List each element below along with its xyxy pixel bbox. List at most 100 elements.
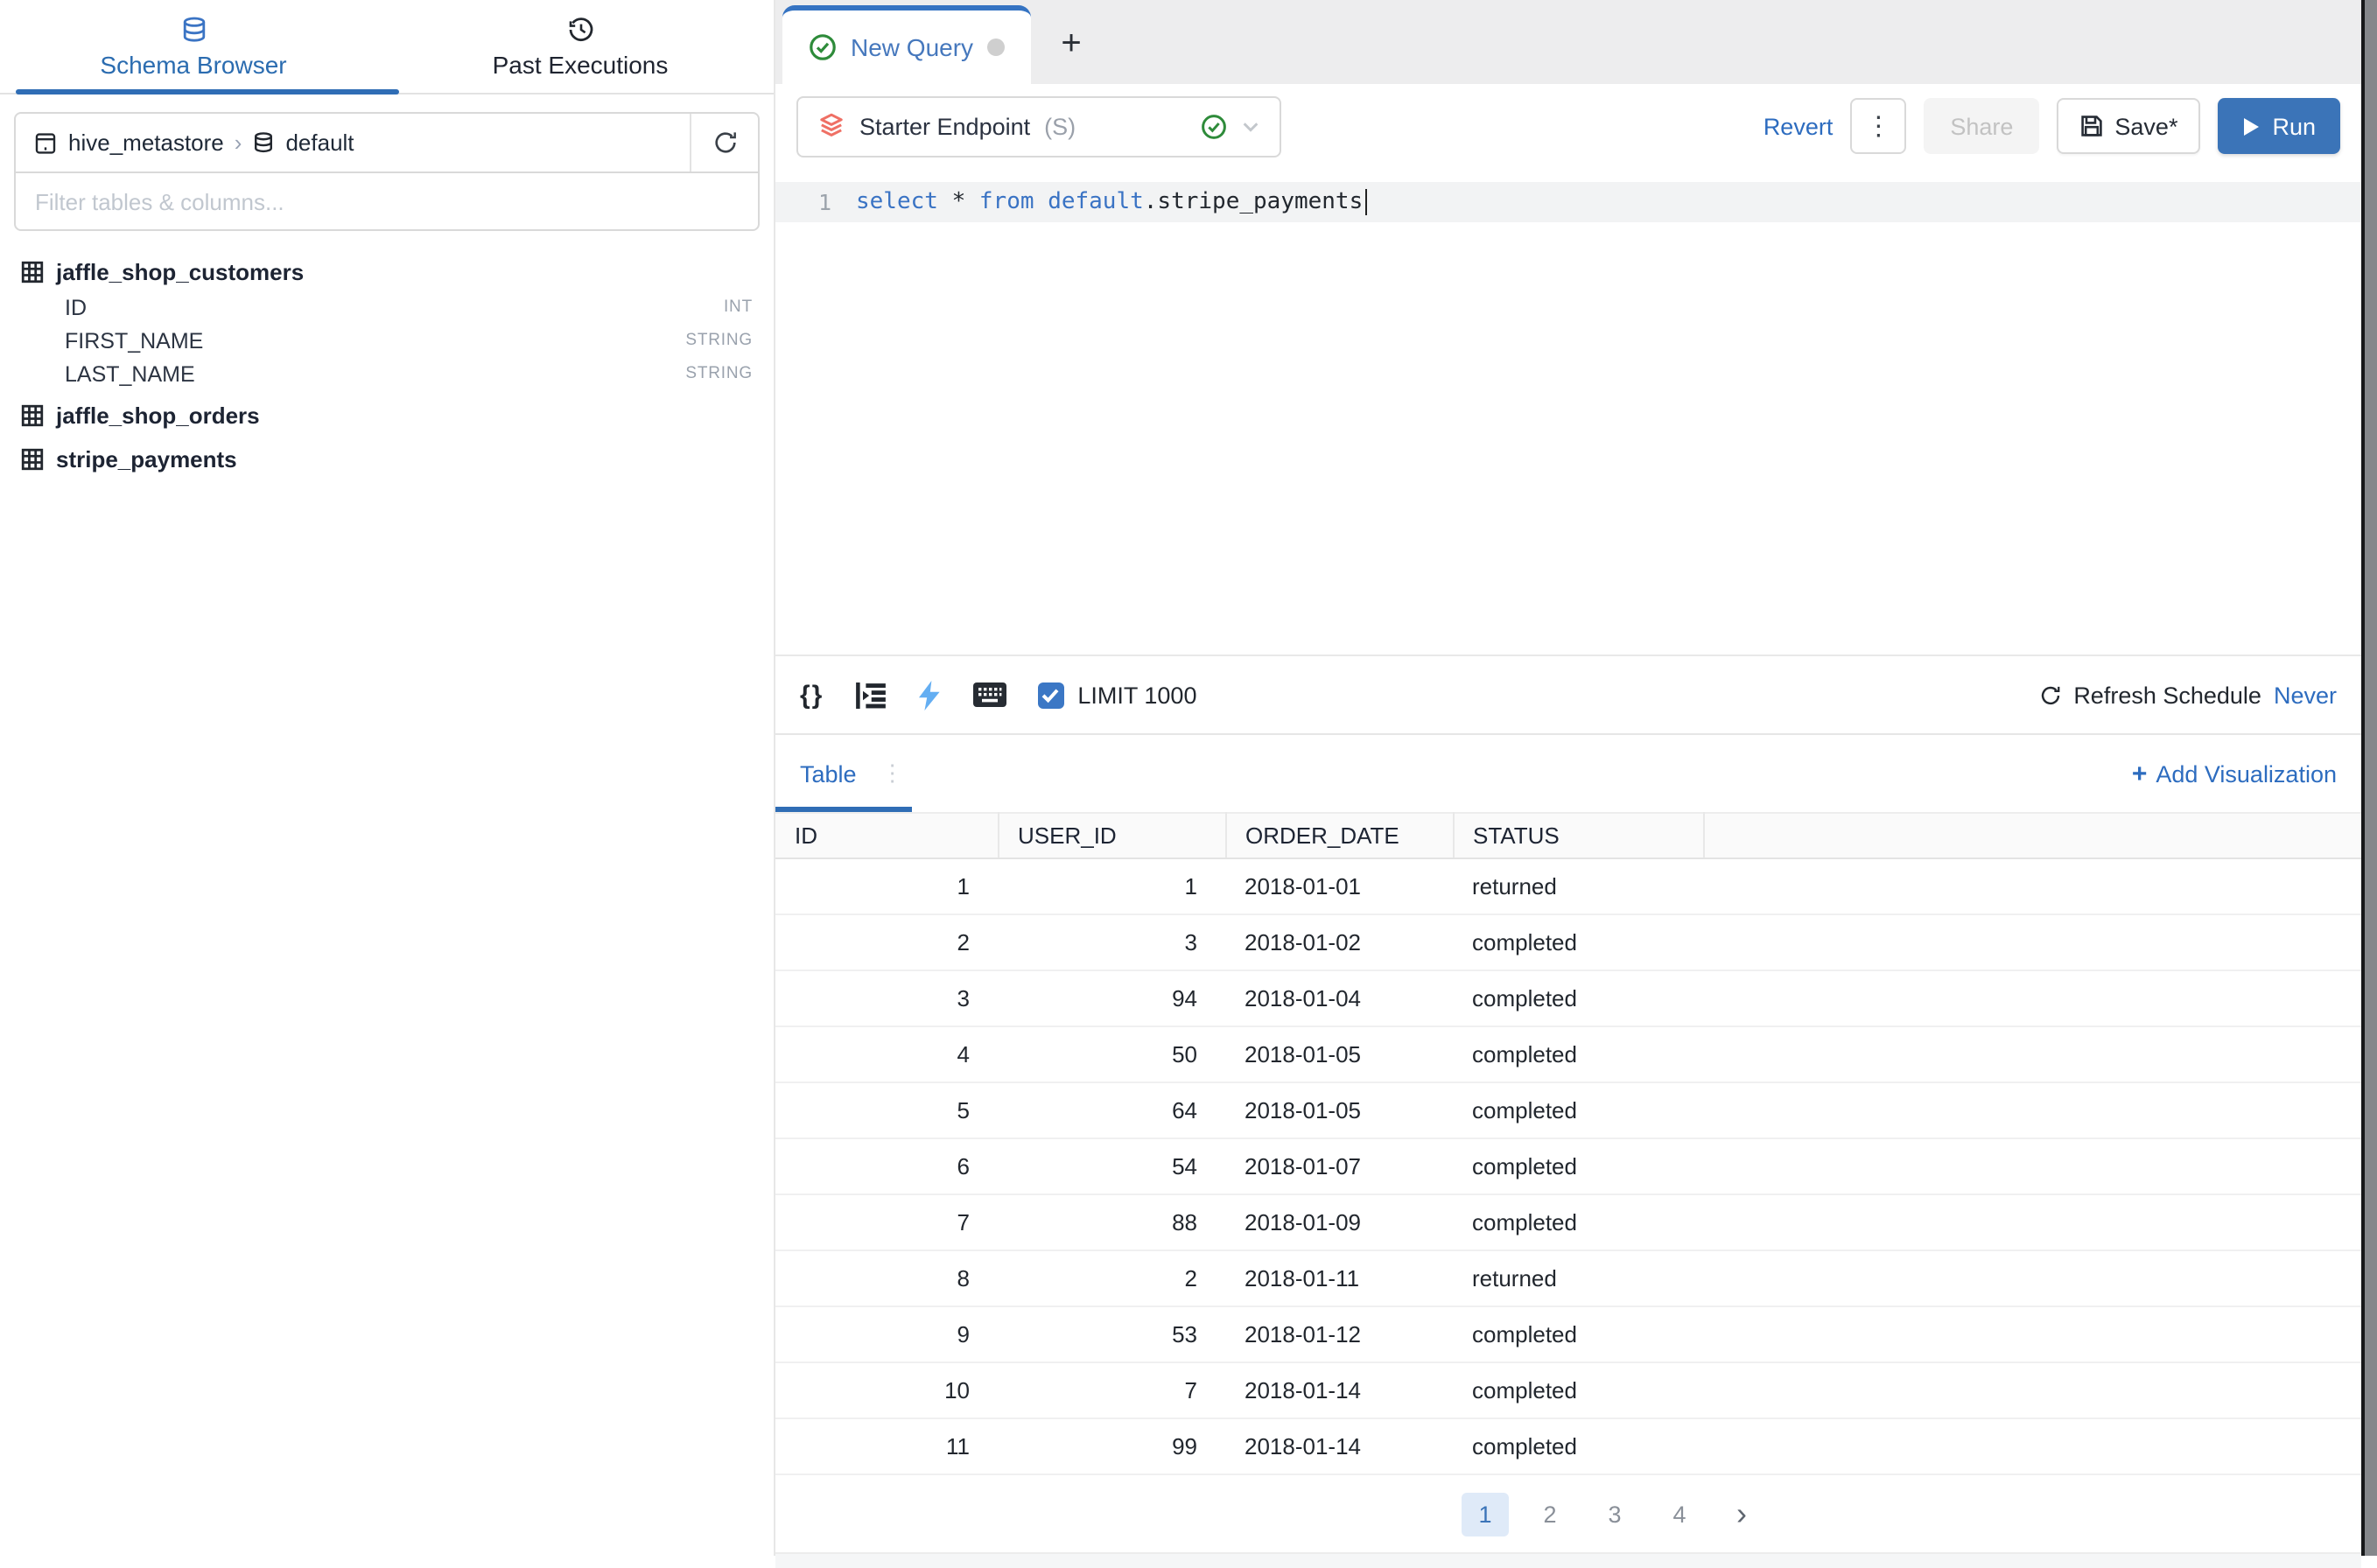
table-row: 3 94 2018-01-04 completed [775, 970, 2361, 1026]
refresh-schedule-label: Refresh Schedule [2073, 682, 2261, 708]
cell-status: completed [1453, 1082, 1703, 1138]
cell-id: 3 [775, 970, 998, 1026]
cell-user-id: 3 [998, 914, 1225, 970]
cell-id: 7 [775, 1194, 998, 1250]
column-header-order-date[interactable]: ORDER_DATE [1225, 813, 1453, 858]
catalog-icon [33, 130, 58, 155]
schema-column-type: STRING [685, 364, 753, 383]
breadcrumb-path[interactable]: hive_metastore › default [16, 130, 690, 156]
cell-user-id: 94 [998, 970, 1225, 1026]
query-tab-new-query[interactable]: New Query [782, 5, 1031, 84]
cell-order-date: 2018-01-14 [1225, 1418, 1453, 1474]
table-row: 7 88 2018-01-09 completed [775, 1194, 2361, 1250]
query-tab-strip: New Query + [775, 0, 2361, 84]
cell-user-id: 7 [998, 1362, 1225, 1418]
column-header-user-id[interactable]: USER_ID [998, 813, 1225, 858]
add-visualization-button[interactable]: + Add Visualization [2132, 759, 2337, 788]
page-button-2[interactable]: 2 [1526, 1492, 1574, 1536]
run-button-label: Run [2272, 113, 2316, 139]
cell-status: returned [1453, 858, 1703, 914]
plus-icon: + [2132, 759, 2148, 788]
breadcrumb-catalog[interactable]: hive_metastore [68, 130, 224, 156]
results-header: Table ⋮ + Add Visualization [775, 733, 2361, 812]
table-row: 2 3 2018-01-02 completed [775, 914, 2361, 970]
cell-order-date: 2018-01-01 [1225, 858, 1453, 914]
save-button[interactable]: Save* [2057, 98, 2200, 154]
editor-footer: {} [775, 654, 2361, 733]
tab-schema-browser-label: Schema Browser [100, 50, 286, 78]
database-icon-small [252, 131, 275, 154]
page-button-3[interactable]: 3 [1591, 1492, 1638, 1536]
query-menu-button[interactable]: ⋮ [1850, 98, 1906, 154]
column-header-id[interactable]: ID [775, 813, 998, 858]
sql-editor[interactable]: 1select * from default.stripe_payments [775, 168, 2361, 654]
table-row: 9 53 2018-01-12 completed [775, 1306, 2361, 1362]
query-actions: Revert ⋮ Share Save* [1763, 98, 2340, 154]
results-table-header-row: ID USER_ID ORDER_DATE STATUS [775, 813, 2361, 858]
table-grid-icon [21, 447, 44, 470]
cell-id: 8 [775, 1250, 998, 1306]
table-row: 6 54 2018-01-07 completed [775, 1138, 2361, 1194]
active-tab-indicator [16, 89, 399, 94]
page-button-1[interactable]: 1 [1462, 1492, 1509, 1536]
tab-schema-browser[interactable]: Schema Browser [0, 0, 387, 93]
cell-status: completed [1453, 970, 1703, 1026]
filter-tables-input[interactable] [14, 172, 760, 231]
limit-toggle[interactable]: LIMIT 1000 [1037, 682, 1196, 708]
tab-past-executions[interactable]: Past Executions [387, 0, 774, 93]
query-tab-label: New Query [851, 33, 973, 61]
cell-status: completed [1453, 1362, 1703, 1418]
cell-order-date: 2018-01-11 [1225, 1250, 1453, 1306]
cell-order-date: 2018-01-02 [1225, 914, 1453, 970]
refresh-schema-button[interactable] [690, 114, 758, 172]
cell-user-id: 50 [998, 1026, 1225, 1082]
limit-checkbox[interactable] [1037, 682, 1063, 708]
share-button[interactable]: Share [1924, 98, 2039, 154]
refresh-schedule-value[interactable]: Never [2274, 682, 2337, 708]
breadcrumb-schema[interactable]: default [285, 130, 354, 156]
add-query-tab-button[interactable]: + [1031, 5, 1111, 84]
sql-keyword: select [856, 189, 938, 215]
schema-column-name: FIRST_NAME [65, 328, 203, 353]
window-scrollbar-edge[interactable] [2361, 0, 2377, 1556]
table-row: 8 2 2018-01-11 returned [775, 1250, 2361, 1306]
format-query-icon[interactable]: {} [800, 680, 824, 710]
schema-table-jaffle-shop-orders[interactable]: jaffle_shop_orders [21, 396, 753, 434]
revert-button[interactable]: Revert [1763, 113, 1834, 139]
page-button-4[interactable]: 4 [1656, 1492, 1703, 1536]
chevron-down-icon [1241, 116, 1260, 136]
schema-table-stripe-payments[interactable]: stripe_payments [21, 439, 753, 478]
run-button[interactable]: Run [2218, 98, 2340, 154]
cell-id: 9 [775, 1306, 998, 1362]
cell-user-id: 2 [998, 1250, 1225, 1306]
refresh-schedule-icon [2038, 683, 2061, 706]
cell-status: returned [1453, 1250, 1703, 1306]
pagination: 1 2 3 4 › [775, 1475, 2361, 1552]
endpoint-name: Starter Endpoint [859, 113, 1030, 139]
sidebar: Schema Browser Past Executions [0, 0, 775, 1556]
schema-table-name: jaffle_shop_orders [56, 402, 260, 428]
lightning-bolt-icon[interactable] [916, 680, 941, 710]
indent-icon[interactable] [855, 682, 885, 708]
results-tab-menu-icon[interactable]: ⋮ [881, 760, 904, 788]
keyboard-shortcuts-icon[interactable] [972, 682, 1006, 707]
cell-order-date: 2018-01-05 [1225, 1082, 1453, 1138]
endpoint-status-check-icon [1201, 113, 1227, 139]
refresh-icon [712, 130, 738, 156]
schema-table-name: stripe_payments [56, 445, 237, 472]
cell-user-id: 88 [998, 1194, 1225, 1250]
bottom-strip [775, 1552, 2361, 1568]
cell-status: completed [1453, 1194, 1703, 1250]
endpoint-selector[interactable]: Starter Endpoint (S) [796, 95, 1281, 157]
cell-status: completed [1453, 1138, 1703, 1194]
next-page-icon[interactable]: › [1721, 1492, 1763, 1536]
results-tab-table[interactable]: Table [800, 760, 857, 787]
column-header-status[interactable]: STATUS [1453, 813, 1703, 858]
schema-table-jaffle-shop-customers[interactable]: jaffle_shop_customers [21, 252, 753, 290]
cell-order-date: 2018-01-05 [1225, 1026, 1453, 1082]
editor-active-line: 1select * from default.stripe_payments [775, 182, 2361, 222]
schema-column-type: STRING [685, 331, 753, 350]
save-floppy-icon [2079, 114, 2104, 138]
schema-column-name: LAST_NAME [65, 361, 195, 386]
cell-status: completed [1453, 914, 1703, 970]
